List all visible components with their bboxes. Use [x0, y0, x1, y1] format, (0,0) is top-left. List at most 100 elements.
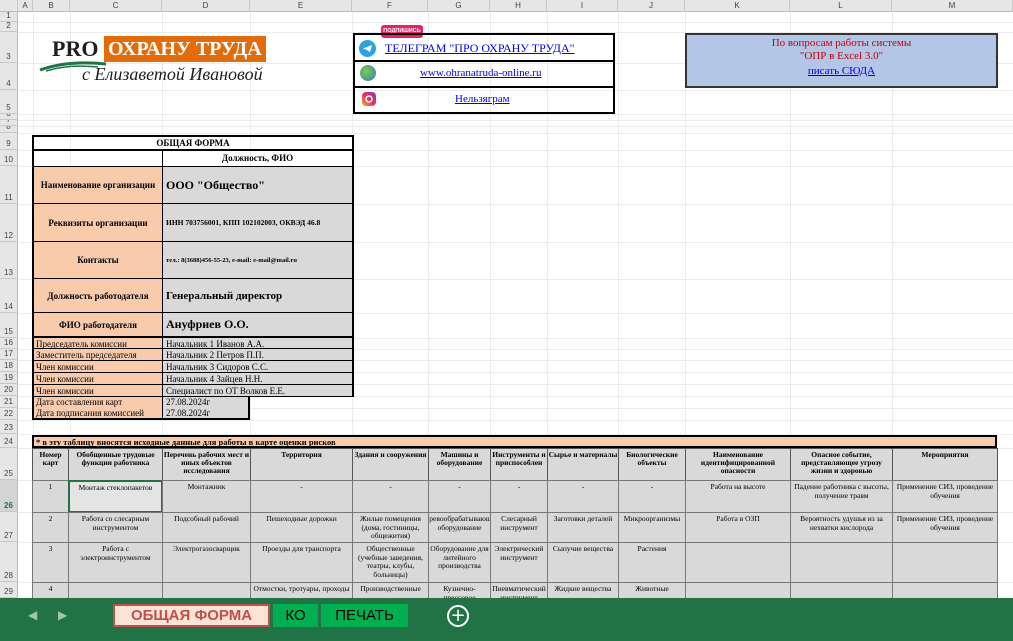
row-header-14[interactable]: 14 — [0, 279, 18, 313]
scroll-right-icon[interactable]: ▶ — [58, 608, 67, 622]
row-header-27[interactable]: 27 — [0, 512, 18, 542]
column-header-i[interactable]: I — [547, 0, 618, 12]
active-cell[interactable]: Монтаж стеклопакетов — [68, 480, 163, 513]
telegram-link[interactable]: ТЕЛЕГРАМ "ПРО ОХРАНУ ТРУДА" — [385, 41, 575, 56]
column-header-a[interactable]: A — [18, 0, 33, 12]
row-header-8[interactable]: 8 — [0, 126, 18, 133]
table-cell[interactable]: Применение СИЗ, проведение обучения — [892, 512, 998, 543]
column-header-d[interactable]: D — [162, 0, 250, 12]
row-header-28[interactable]: 28 — [0, 542, 18, 582]
table-cell[interactable]: - — [490, 480, 548, 513]
column-header-l[interactable]: L — [790, 0, 892, 12]
row-header-1[interactable]: 1 — [0, 12, 18, 22]
table-cell[interactable]: Микроорганизмы — [618, 512, 686, 543]
table-cell[interactable] — [790, 542, 893, 583]
row-header-24[interactable]: 24 — [0, 434, 18, 448]
table-cell[interactable]: 2 — [32, 512, 69, 543]
telegram-link-cell[interactable]: ТЕЛЕГРАМ "ПРО ОХРАНУ ТРУДА" — [353, 33, 615, 62]
column-header-e[interactable]: E — [250, 0, 352, 12]
column-header-k[interactable]: K — [685, 0, 790, 12]
instagram-link-cell[interactable]: Нельзяграм — [353, 87, 615, 114]
table-cell[interactable]: Общественные (учебные заведения, театры,… — [352, 542, 429, 583]
date-sign-value[interactable]: 27.08.2024г — [162, 407, 250, 420]
table-cell[interactable]: Деревообрабатывающее оборудование — [428, 512, 491, 543]
tab-ko[interactable]: КО — [273, 604, 318, 627]
row-header-23[interactable]: 23 — [0, 420, 18, 434]
column-header-f[interactable]: F — [352, 0, 428, 12]
row-header-26[interactable]: 26 — [0, 480, 18, 512]
row-header-10[interactable]: 10 — [0, 150, 18, 166]
tab-print[interactable]: ПЕЧАТЬ — [321, 604, 408, 627]
row-header-18[interactable]: 18 — [0, 360, 18, 372]
column-header-b[interactable]: B — [33, 0, 70, 12]
row-header-20[interactable]: 20 — [0, 384, 18, 396]
table-cell[interactable]: Применение СИЗ, проведение обучения — [892, 480, 998, 513]
website-link-cell[interactable]: www.ohranatruda-online.ru — [353, 61, 615, 88]
row-header-11[interactable]: 11 — [0, 166, 18, 204]
table-cell[interactable]: Электрогазосварщик — [162, 542, 251, 583]
row-header-13[interactable]: 13 — [0, 242, 18, 279]
org-value[interactable]: ООО "Общество" — [162, 166, 354, 204]
table-cell[interactable]: 3 — [32, 542, 69, 583]
select-all-corner[interactable] — [0, 0, 18, 12]
row-header-2[interactable]: 2 — [0, 22, 18, 32]
table-cell[interactable]: Жилые помещения (дома, гостиницы, общежи… — [352, 512, 429, 543]
row-header-19[interactable]: 19 — [0, 372, 18, 384]
employer-position-value[interactable]: Генеральный директор — [162, 278, 354, 313]
table-cell[interactable]: Заготовки деталей — [547, 512, 619, 543]
row-header-12[interactable]: 12 — [0, 204, 18, 242]
row-header-16[interactable]: 16 — [0, 338, 18, 349]
table-cell[interactable]: Подсобный рабочий — [162, 512, 251, 543]
add-sheet-button[interactable]: + — [447, 605, 469, 627]
table-cell[interactable]: - — [250, 480, 353, 513]
table-cell[interactable]: - — [428, 480, 491, 513]
table-cell[interactable]: Слесарный инструмент — [490, 512, 548, 543]
column-header-j[interactable]: J — [618, 0, 685, 12]
tab-general-form[interactable]: ОБЩАЯ ФОРМА — [113, 604, 270, 627]
row-header-15[interactable]: 15 — [0, 313, 18, 338]
table-cell[interactable]: Работа в ОЗП — [685, 512, 791, 543]
logo-byline: с Елизаветой Ивановой — [82, 64, 263, 84]
table-cell[interactable]: Пешеходные дорожки — [250, 512, 353, 543]
table-cell[interactable]: Работа на высоте — [685, 480, 791, 513]
table-header-cell: Территория — [250, 448, 353, 481]
table-cell[interactable]: Оборудование для литейного производства — [428, 542, 491, 583]
column-header-g[interactable]: G — [428, 0, 490, 12]
table-cell[interactable]: Монтажник — [162, 480, 251, 513]
table-cell[interactable]: Растения — [618, 542, 686, 583]
support-link[interactable]: писать СЮДА — [687, 65, 996, 78]
row-header-22[interactable]: 22 — [0, 408, 18, 420]
row-header-5[interactable]: 5 — [0, 90, 18, 114]
scroll-left-icon[interactable]: ◀ — [28, 608, 37, 622]
row-header-25[interactable]: 25 — [0, 448, 18, 480]
table-cell[interactable]: - — [618, 480, 686, 513]
table-cell[interactable]: - — [547, 480, 619, 513]
row-header-4[interactable]: 4 — [0, 63, 18, 90]
instagram-link[interactable]: Нельзяграм — [455, 93, 510, 105]
row-header-3[interactable]: 3 — [0, 32, 18, 63]
table-cell[interactable]: Работа со слесарным инструментом — [68, 512, 163, 543]
table-cell[interactable]: Проезды для транспорта — [250, 542, 353, 583]
table-cell[interactable] — [892, 542, 998, 583]
table-cell[interactable] — [685, 542, 791, 583]
row-header-29[interactable]: 29 — [0, 582, 18, 598]
table-cell[interactable]: Вероятность удушья из за нехватки кислор… — [790, 512, 893, 543]
table-header-cell: Биологические объекты — [618, 448, 686, 481]
row-header-17[interactable]: 17 — [0, 349, 18, 360]
row-header-9[interactable]: 9 — [0, 133, 18, 150]
website-link[interactable]: www.ohranatruda-online.ru — [420, 67, 541, 79]
column-header-c[interactable]: C — [70, 0, 162, 12]
form-title: ОБЩАЯ ФОРМА — [32, 135, 354, 151]
contacts-value[interactable]: тел.: 8(3688)456-55-23, e-mail: e-mail@m… — [162, 241, 354, 279]
table-cell[interactable]: - — [352, 480, 429, 513]
row-header-21[interactable]: 21 — [0, 396, 18, 408]
table-cell[interactable]: Падение работника с высоты, получение тр… — [790, 480, 893, 513]
table-cell[interactable]: Сыпучие вещества — [547, 542, 619, 583]
table-cell[interactable]: 1 — [32, 480, 69, 513]
column-header-m[interactable]: M — [892, 0, 1013, 12]
requisites-value[interactable]: ИНН 703756001, КПП 102102003, ОКВЭД 46.8 — [162, 203, 354, 242]
column-header-h[interactable]: H — [490, 0, 547, 12]
employer-fio-value[interactable]: Ануфриев О.О. — [162, 312, 354, 337]
table-cell[interactable]: Работа с электроинструментом — [68, 542, 163, 583]
table-cell[interactable]: Электрический инструмент — [490, 542, 548, 583]
